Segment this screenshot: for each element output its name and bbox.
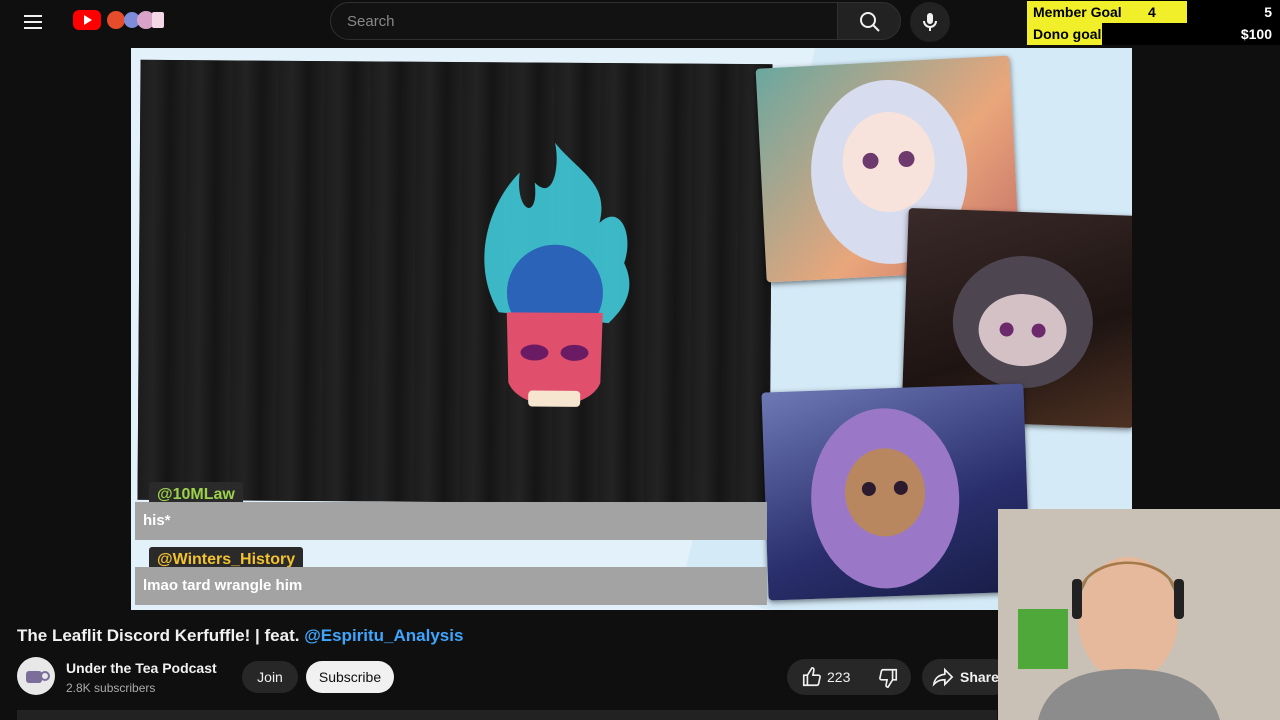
like-dislike-group: 223 (787, 659, 911, 695)
join-button[interactable]: Join (242, 661, 298, 693)
stream-main-screen (137, 59, 773, 505)
logo-doodle[interactable] (104, 8, 166, 32)
voice-search-button[interactable] (910, 2, 950, 42)
subscribe-button[interactable]: Subscribe (306, 661, 394, 693)
dono-goal-row: Dono goal $37.54 $100 (1027, 23, 1280, 45)
like-count: 223 (827, 669, 851, 685)
chat-text: his* (135, 502, 767, 540)
top-bar: Member Goal 4 5 Dono goal $37.54 $100 (0, 0, 1280, 45)
thumbs-down-icon (879, 668, 898, 688)
channel-name[interactable]: Under the Tea Podcast (66, 660, 217, 676)
search-bar (330, 2, 901, 40)
subscriber-count: 2.8K subscribers (66, 681, 156, 695)
vtuber-avatar-purple-fox (761, 383, 1031, 601)
video-player[interactable]: @10MLaw his* @Winters_History lmao tard … (131, 48, 1132, 610)
description-box-edge (17, 710, 997, 720)
teacup-icon (26, 671, 50, 683)
share-icon (932, 667, 954, 687)
streamer-webcam-feed (998, 509, 1280, 720)
dono-goal-label: Dono goal (1033, 26, 1102, 42)
member-goal-label: Member Goal (1033, 4, 1122, 20)
video-title-text: The Leaflit Discord Kerfuffle! | feat. (17, 626, 305, 645)
stream-goals-overlay: Member Goal 4 5 Dono goal $37.54 $100 (1027, 0, 1280, 45)
search-button[interactable] (837, 2, 901, 40)
wood-background (137, 59, 773, 505)
dono-goal-current: $37.54 (1129, 26, 1172, 42)
dono-goal-target: $100 (1240, 26, 1272, 42)
search-icon (860, 12, 880, 32)
video-title: The Leaflit Discord Kerfuffle! | feat. @… (17, 626, 463, 646)
dislike-button[interactable] (873, 659, 911, 695)
chat-text: lmao tard wrangle him (135, 567, 767, 605)
share-label: Share (960, 669, 999, 685)
channel-avatar[interactable] (17, 657, 55, 695)
search-input[interactable] (330, 2, 838, 40)
title-mention-link[interactable]: @Espiritu_Analysis (304, 626, 463, 645)
youtube-logo-icon[interactable] (73, 10, 101, 30)
menu-icon[interactable] (24, 12, 48, 32)
flaming-skull-avatar (484, 142, 630, 407)
member-goal-target: 5 (1264, 4, 1272, 20)
mic-icon (923, 13, 937, 31)
member-goal-current: 4 (1148, 4, 1156, 20)
webcam-overlay (998, 509, 1280, 720)
like-button[interactable]: 223 (787, 659, 865, 695)
thumbs-up-icon (802, 667, 821, 687)
member-goal-row: Member Goal 4 5 (1027, 1, 1280, 23)
